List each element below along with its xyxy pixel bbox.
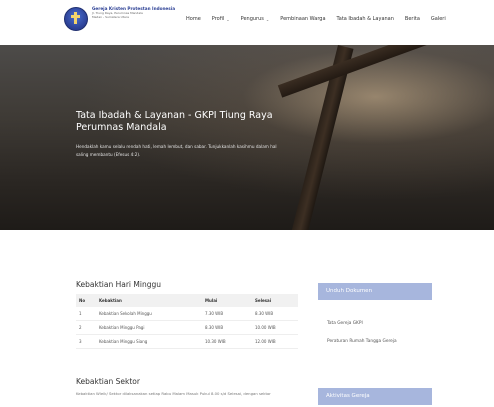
cell-kebaktian: Kebaktian Minggu Pagi	[96, 320, 202, 335]
nav-tata-ibadah[interactable]: Tata Ibadah & Layanan	[337, 16, 394, 22]
kebaktian-minggu-table: No Kebaktian Mulai Selesai 1 Kebaktian S…	[76, 294, 298, 349]
nav-berita-label: Berita	[404, 16, 420, 22]
nav-galeri-label: Galeri	[430, 16, 446, 22]
hero-banner: Tata Ibadah & Layanan - GKPI Tiung Raya …	[0, 45, 494, 230]
cross-image-horizontal	[277, 45, 442, 98]
column-header-mulai: Mulai	[202, 294, 252, 307]
nav-pengurus-label: Pengurus	[240, 16, 264, 22]
aktivitas-gereja-header: Aktivitas Gereja	[318, 388, 432, 405]
cell-mulai: 7.30 WIB	[202, 307, 252, 321]
hero-title: Tata Ibadah & Layanan - GKPI Tiung Raya …	[76, 110, 273, 133]
cell-kebaktian: Kebaktian Minggu Siang	[96, 334, 202, 349]
logo-text-block: Gereja Kristen Protestan Indonesia Jl. T…	[92, 6, 175, 20]
unduh-dokumen-header: Unduh Dokumen	[318, 283, 432, 300]
nav-home[interactable]: Home	[186, 16, 201, 22]
table-row: 3 Kebaktian Minggu Siang 10.30 WIB 12.00…	[76, 334, 298, 349]
cell-no: 2	[76, 320, 96, 335]
kebaktian-sektor-text: Kebaktian Wleik/ Sektor dilaksanakan set…	[76, 391, 271, 396]
chevron-down-icon: ⌄	[226, 16, 230, 22]
column-header-selesai: Selesai	[252, 294, 298, 307]
site-logo-link[interactable]: Gereja Kristen Protestan Indonesia Jl. T…	[64, 6, 175, 31]
link-peraturan-rumah-tangga[interactable]: Peraturan Rumah Tangga Gereja	[327, 339, 397, 344]
kebaktian-sektor-title: Kebaktian Sektor	[76, 377, 140, 386]
table-header-row: No Kebaktian Mulai Selesai	[76, 294, 298, 307]
nav-pembinaan-label: Pembinaan Warga	[280, 16, 326, 22]
kebaktian-minggu-section: Kebaktian Hari Minggu No Kebaktian Mulai…	[76, 280, 298, 349]
hero-subtitle: Hendaklah kamu selalu rendah hati, lemah…	[76, 144, 277, 157]
table-row: 1 Kebaktian Sekolah Minggu 7.30 WIB 8.30…	[76, 307, 298, 321]
nav-pembinaan-warga[interactable]: Pembinaan Warga	[280, 16, 325, 22]
table-row: 2 Kebaktian Minggu Pagi 8.30 WIB 10.00 W…	[76, 320, 298, 335]
site-header: Gereja Kristen Protestan Indonesia Jl. T…	[0, 0, 494, 45]
cell-kebaktian: Kebaktian Sekolah Minggu	[96, 307, 202, 321]
kebaktian-minggu-title: Kebaktian Hari Minggu	[76, 280, 161, 289]
column-header-kebaktian: Kebaktian	[96, 294, 202, 307]
org-address-line2: Medan - Sumatera Utara	[92, 15, 129, 20]
nav-home-label: Home	[186, 16, 201, 22]
nav-pengurus[interactable]: Pengurus ⌄	[241, 16, 270, 22]
cell-selesai: 8.30 WIB	[252, 307, 298, 321]
link-tata-gereja[interactable]: Tata Gereja GKPI	[327, 321, 363, 326]
cell-mulai: 8.30 WIB	[202, 320, 252, 335]
nav-galeri[interactable]: Galeri	[431, 16, 446, 22]
cell-no: 3	[76, 334, 96, 349]
nav-profil[interactable]: Profil ⌄	[212, 16, 230, 22]
nav-tata-ibadah-label: Tata Ibadah & Layanan	[336, 16, 394, 22]
cell-selesai: 12.00 WIB	[252, 334, 298, 349]
church-logo-icon	[64, 7, 88, 31]
cell-mulai: 10.30 WIB	[202, 334, 252, 349]
cell-selesai: 10.00 WIB	[252, 320, 298, 335]
nav-profil-label: Profil	[211, 16, 225, 22]
nav-berita[interactable]: Berita	[405, 16, 420, 22]
main-nav: Home Profil ⌄ Pengurus ⌄ Pembinaan Warga T…	[186, 16, 457, 22]
column-header-no: No	[76, 294, 96, 307]
chevron-down-icon: ⌄	[265, 16, 270, 22]
cell-no: 1	[76, 307, 96, 321]
